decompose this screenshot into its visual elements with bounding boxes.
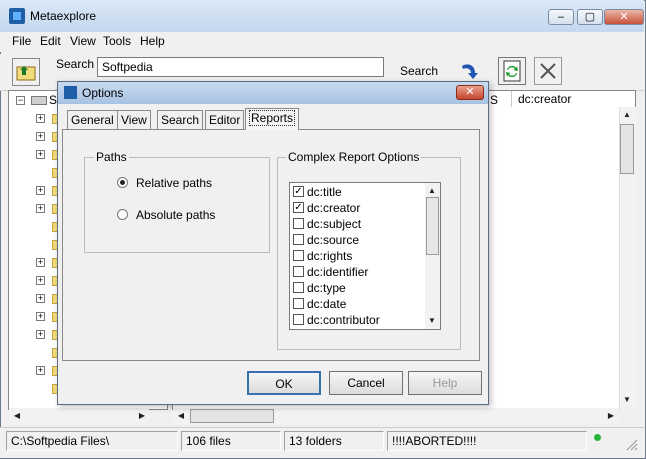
complex-report-group-label: Complex Report Options: [286, 150, 422, 164]
label-dc-type[interactable]: dc:type: [307, 281, 346, 295]
menu-tools[interactable]: Tools: [103, 34, 131, 48]
label-dc-title[interactable]: dc:title: [307, 185, 342, 199]
tree-expander[interactable]: +: [36, 294, 45, 303]
close-button[interactable]: ✕: [604, 9, 644, 25]
ok-button[interactable]: OK: [247, 371, 321, 395]
menu-file[interactable]: File: [12, 34, 31, 48]
list-scroll-thumb[interactable]: [620, 124, 634, 174]
absolute-paths-label[interactable]: Absolute paths: [136, 208, 215, 222]
close-x-icon: [540, 63, 556, 79]
dialog-title: Options: [82, 86, 124, 100]
checkbox-dc-type[interactable]: [293, 282, 304, 293]
scroll-up-arrow[interactable]: ▲: [620, 108, 634, 122]
tree-expander[interactable]: +: [36, 366, 45, 375]
tree-expander[interactable]: +: [36, 312, 45, 321]
tree-root-label: S: [49, 93, 58, 107]
checkbox-dc-rights[interactable]: [293, 250, 304, 261]
label-dc-date[interactable]: dc:date: [307, 297, 346, 311]
sync-icon: [503, 60, 521, 82]
status-message: !!!!ABORTED!!!!: [387, 431, 587, 451]
checkbox-dc-date[interactable]: [293, 298, 304, 309]
menu-bar: [0, 32, 644, 52]
tree-expander[interactable]: +: [36, 132, 45, 141]
tree-horizontal-scrollbar[interactable]: [9, 408, 149, 424]
tree-expander[interactable]: +: [36, 114, 45, 123]
report-list-scroll-thumb[interactable]: [426, 197, 439, 255]
menu-view[interactable]: View: [70, 34, 96, 48]
scroll-down-arrow[interactable]: ▼: [425, 314, 439, 328]
scroll-up-arrow[interactable]: ▲: [425, 184, 439, 198]
help-button[interactable]: Help: [408, 371, 482, 395]
checkbox-dc-source[interactable]: [293, 234, 304, 245]
status-files: 106 files: [181, 431, 281, 451]
minimize-button[interactable]: ‒: [548, 9, 574, 25]
drive-icon: [31, 96, 47, 105]
scroll-down-arrow[interactable]: ▼: [620, 393, 634, 407]
relative-paths-label[interactable]: Relative paths: [136, 176, 212, 190]
paths-group: [84, 157, 270, 253]
absolute-paths-radio[interactable]: [117, 209, 128, 220]
tree-expander[interactable]: +: [36, 186, 45, 195]
tab-search[interactable]: Search: [157, 110, 204, 130]
list-hscroll-thumb[interactable]: [190, 409, 274, 423]
scroll-left-arrow[interactable]: ◀: [174, 409, 188, 423]
search-input[interactable]: [97, 57, 384, 77]
label-dc-identifier[interactable]: dc:identifier: [307, 265, 368, 279]
status-led-icon: [594, 434, 601, 441]
dialog-close-button[interactable]: ✕: [456, 85, 484, 100]
tree-expander[interactable]: +: [36, 276, 45, 285]
tree-expander[interactable]: +: [36, 258, 45, 267]
folder-up-icon: [16, 66, 36, 81]
checkbox-dc-contributor[interactable]: [293, 314, 304, 325]
scroll-right-arrow[interactable]: ▶: [604, 409, 618, 423]
status-path: C:\Softpedia Files\: [6, 431, 178, 451]
search-button[interactable]: Search: [392, 60, 446, 82]
label-dc-contributor[interactable]: dc:contributor: [307, 313, 380, 327]
tree-root-expander[interactable]: −: [16, 96, 25, 105]
scroll-left-arrow[interactable]: ◀: [10, 409, 24, 423]
status-folders: 13 folders: [284, 431, 384, 451]
tab-general[interactable]: General: [67, 110, 118, 130]
maximize-button[interactable]: ▢: [577, 9, 603, 25]
menu-help[interactable]: Help: [140, 34, 165, 48]
tab-editor[interactable]: Editor: [205, 110, 245, 130]
label-dc-rights[interactable]: dc:rights: [307, 249, 352, 263]
scroll-right-arrow[interactable]: ▶: [135, 409, 149, 423]
label-dc-creator[interactable]: dc:creator: [307, 201, 360, 215]
app-icon: [9, 8, 25, 24]
tree-expander[interactable]: +: [36, 204, 45, 213]
cancel-button[interactable]: Cancel: [329, 371, 403, 395]
checkbox-dc-subject[interactable]: [293, 218, 304, 229]
folder-up-button[interactable]: [12, 58, 40, 86]
tree-expander[interactable]: +: [36, 150, 45, 159]
column-header-s[interactable]: S: [490, 93, 498, 107]
paths-group-label: Paths: [94, 150, 129, 164]
dialog-app-icon: [64, 86, 77, 99]
column-header-creator[interactable]: dc:creator: [511, 91, 629, 107]
label-dc-source[interactable]: dc:source: [307, 233, 359, 247]
tab-view[interactable]: View: [117, 110, 151, 130]
search-label: Search: [56, 57, 95, 71]
window-title: Metaexplore: [30, 9, 97, 23]
tab-reports-label: Reports: [249, 110, 296, 126]
menu-edit[interactable]: Edit: [40, 34, 61, 48]
size-grip-icon[interactable]: [624, 437, 638, 451]
checkbox-dc-identifier[interactable]: [293, 266, 304, 277]
stop-button[interactable]: [534, 57, 562, 85]
relative-paths-radio[interactable]: [117, 177, 128, 188]
tree-expander[interactable]: +: [36, 330, 45, 339]
checkbox-dc-creator[interactable]: ✓: [293, 202, 304, 213]
label-dc-subject[interactable]: dc:subject: [307, 217, 361, 231]
tab-reports[interactable]: Reports: [245, 108, 300, 130]
sync-button[interactable]: [498, 57, 526, 85]
checkbox-dc-title[interactable]: ✓: [293, 186, 304, 197]
